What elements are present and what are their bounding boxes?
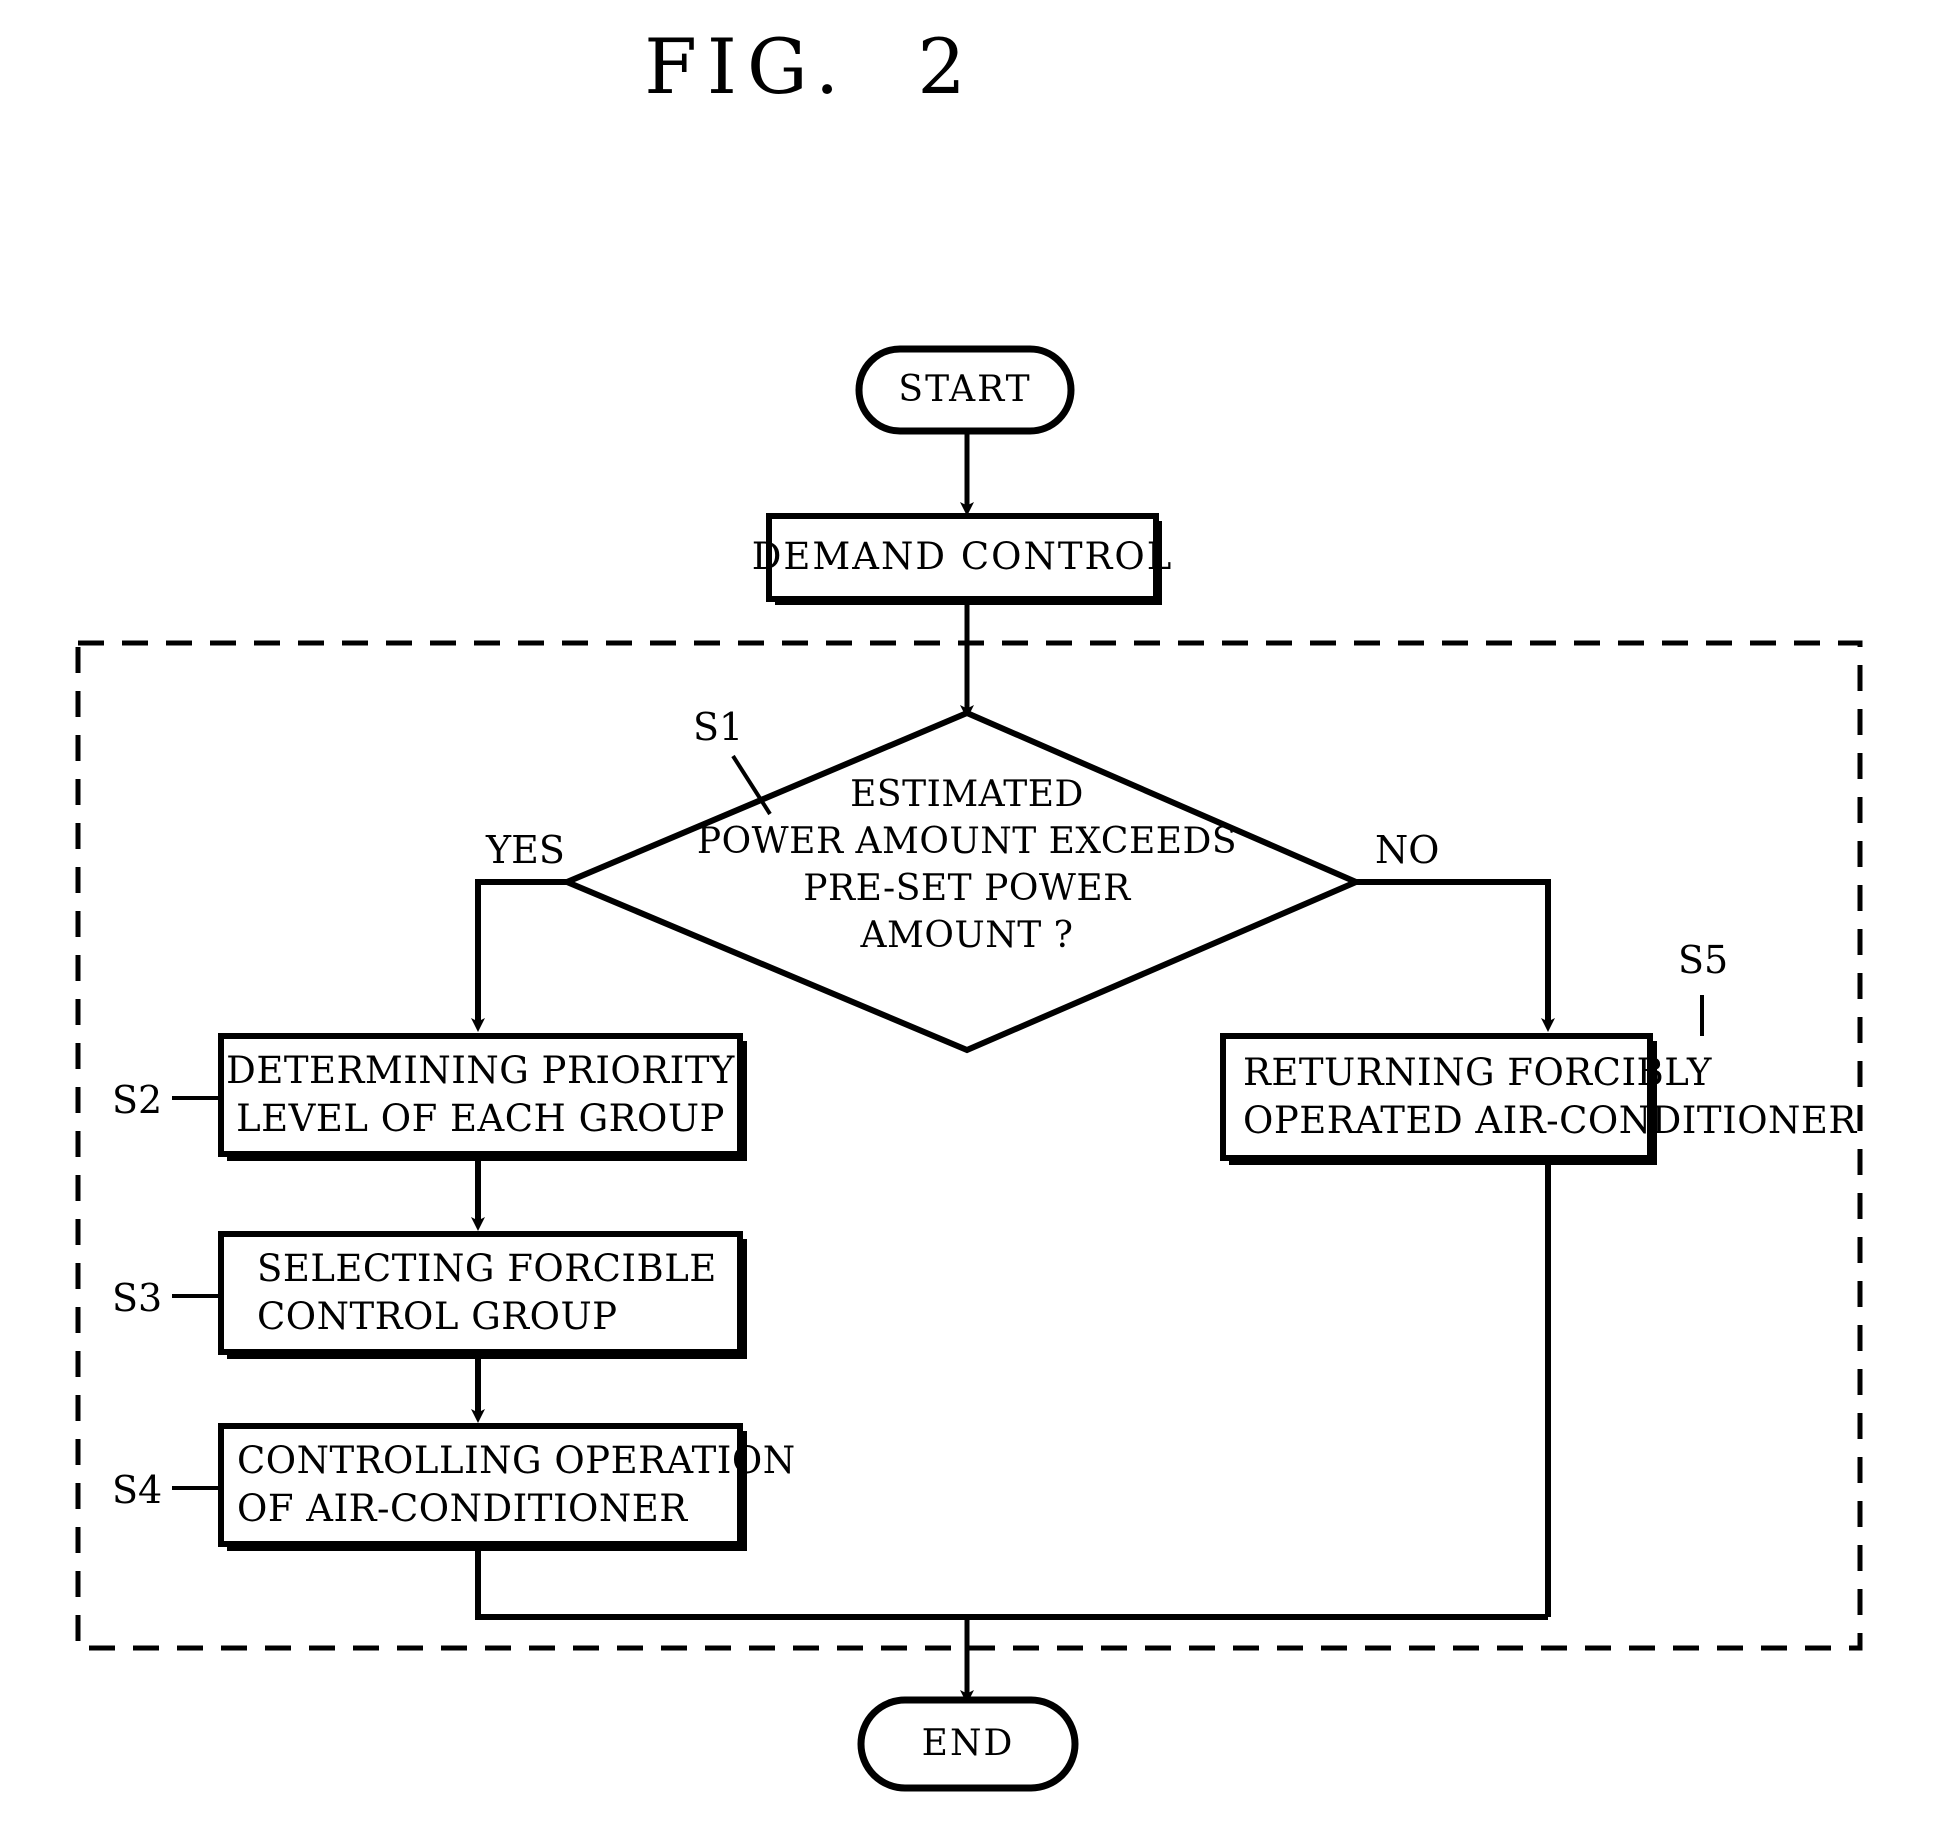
s5-box-label: RETURNING FORCIBLY OPERATED AIR-CONDITIO…: [1223, 1036, 1856, 1158]
s2-line-1: DETERMINING PRIORITY: [226, 1048, 735, 1092]
s4-reference-label: S4: [112, 1468, 163, 1512]
s3-reference-label: S3: [112, 1276, 163, 1320]
demand-control-label: DEMAND CONTROL: [751, 535, 1174, 579]
figure-page: FIG. 2 START DEMAND CONTROL S1 YES NO ES…: [0, 0, 1947, 1821]
decision-line-3: PRE-SET POWER: [803, 868, 1131, 909]
s3-line-2: CONTROL GROUP: [257, 1295, 618, 1338]
edge-decision-no-to-s5: [1356, 879, 1555, 1032]
no-branch-label: NO: [1375, 828, 1440, 872]
s2-line-2: LEVEL OF EACH GROUP: [236, 1097, 725, 1140]
decision-line-4: AMOUNT ?: [860, 914, 1074, 956]
s5-reference-label: S5: [1678, 938, 1729, 982]
s4-line-1: CONTROLLING OPERATION: [237, 1438, 796, 1482]
s1-reference-label: S1: [693, 705, 744, 749]
s4-box-label: CONTROLLING OPERATION OF AIR-CONDITIONER: [221, 1426, 795, 1544]
start-terminator-label: START: [898, 368, 1032, 410]
edge-decision-yes-to-s2: [471, 879, 567, 1032]
s3-line-1: SELECTING FORCIBLE: [257, 1246, 717, 1290]
s4-line-2: OF AIR-CONDITIONER: [237, 1487, 688, 1530]
s2-box-label: DETERMINING PRIORITY LEVEL OF EACH GROUP: [221, 1036, 740, 1154]
yes-branch-label: YES: [486, 828, 565, 872]
s3-box-label: SELECTING FORCIBLE CONTROL GROUP: [221, 1234, 740, 1352]
s5-line-1: RETURNING FORCIBLY: [1243, 1050, 1712, 1094]
decision-line-1: ESTIMATED: [850, 774, 1084, 816]
edge-s4-to-merge: [475, 1548, 1548, 1620]
decision-line-2: POWER AMOUNT EXCEEDS: [696, 821, 1238, 863]
s5-line-2: OPERATED AIR-CONDITIONER: [1243, 1099, 1857, 1142]
end-terminator-label: END: [921, 1722, 1015, 1764]
decision-diamond-label: ESTIMATED POWER AMOUNT EXCEEDS PRE-SET P…: [633, 766, 1301, 966]
s2-reference-label: S2: [112, 1078, 163, 1122]
